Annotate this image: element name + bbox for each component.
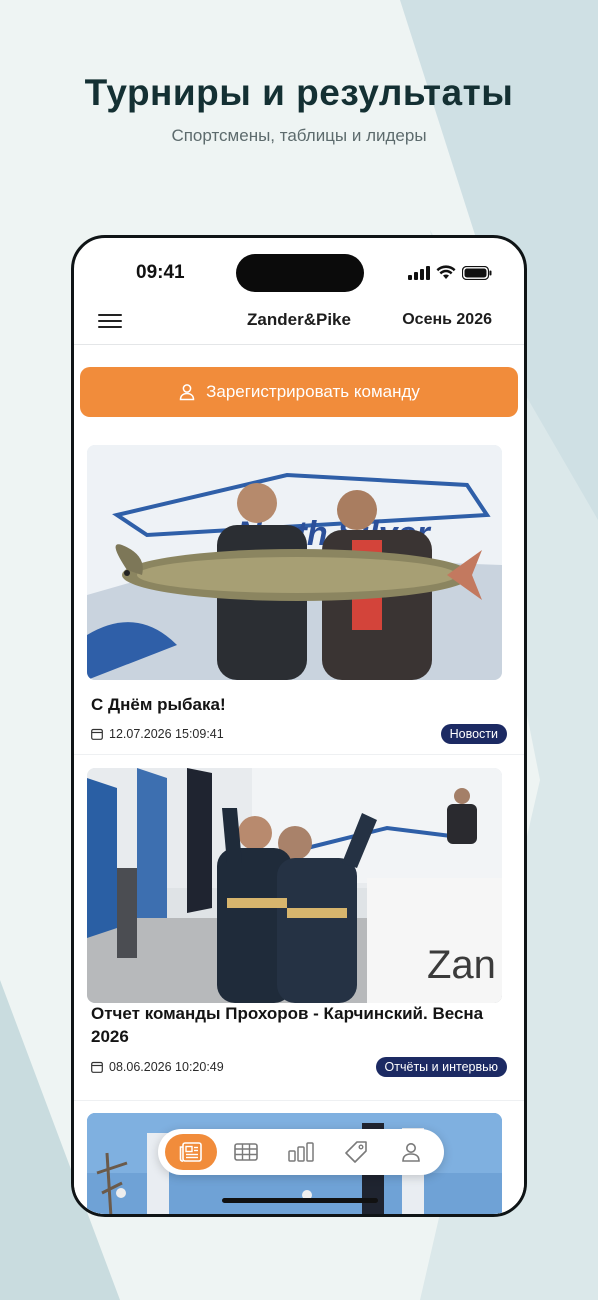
news-category-tag[interactable]: Отчёты и интервью xyxy=(375,1057,507,1077)
season-selector[interactable]: Осень 2026 xyxy=(402,311,492,329)
bottom-tab-bar xyxy=(158,1129,444,1175)
news-card[interactable]: Zan Отчет команды Прохоров - Карчинский.… xyxy=(74,755,524,1101)
status-time: 09:41 xyxy=(136,262,185,283)
news-date: 08.06.2026 10:20:49 xyxy=(91,1060,224,1074)
tab-tables[interactable] xyxy=(220,1134,272,1170)
news-title: С Днём рыбака! xyxy=(91,695,226,714)
register-team-label: Зарегистрировать команду xyxy=(206,382,420,401)
svg-text:Zan: Zan xyxy=(427,943,496,987)
register-team-button[interactable]: Зарегистрировать команду xyxy=(80,367,518,417)
battery-icon xyxy=(462,265,492,280)
app-header: Zander&Pike Осень 2026 xyxy=(74,300,524,345)
news-title: Отчет команды Прохоров - Карчинский. Вес… xyxy=(91,1004,484,1046)
dynamic-island xyxy=(236,254,364,292)
news-category-tag[interactable]: Новости xyxy=(440,724,507,744)
chart-icon xyxy=(288,1142,314,1162)
phone-frame: 09:41 Zander&Pike Осень 2026 Зарегистрир… xyxy=(71,235,527,1217)
news-date-text: 12.07.2026 15:09:41 xyxy=(109,727,224,741)
status-icons xyxy=(408,265,492,280)
news-image: North Silver xyxy=(87,445,502,680)
promo-title: Турниры и результаты xyxy=(84,72,514,113)
signal-icon xyxy=(408,265,430,280)
news-image: Zan xyxy=(87,768,502,1003)
tag-icon xyxy=(344,1141,367,1163)
news-date-text: 08.06.2026 10:20:49 xyxy=(109,1060,224,1074)
home-indicator xyxy=(222,1198,378,1203)
news-icon xyxy=(180,1142,203,1162)
tab-ratings[interactable] xyxy=(275,1134,327,1170)
tab-profile[interactable] xyxy=(385,1134,437,1170)
calendar-icon xyxy=(91,728,103,740)
promo-subtitle: Спортсмены, таблицы и лидеры xyxy=(171,126,427,145)
user-icon xyxy=(179,384,195,401)
tab-news[interactable] xyxy=(165,1134,218,1170)
table-icon xyxy=(234,1143,258,1161)
news-meta: 08.06.2026 10:20:49 Отчёты и интервью xyxy=(91,1056,507,1078)
wifi-icon xyxy=(436,265,456,279)
news-date: 12.07.2026 15:09:41 xyxy=(91,727,224,741)
profile-icon xyxy=(401,1143,420,1162)
news-card[interactable]: North Silver С Днём рыбака! xyxy=(74,431,524,755)
status-bar: 09:41 xyxy=(74,238,524,298)
tab-offers[interactable] xyxy=(330,1134,382,1170)
calendar-icon xyxy=(91,1061,103,1073)
news-meta: 12.07.2026 15:09:41 Новости xyxy=(91,723,507,745)
